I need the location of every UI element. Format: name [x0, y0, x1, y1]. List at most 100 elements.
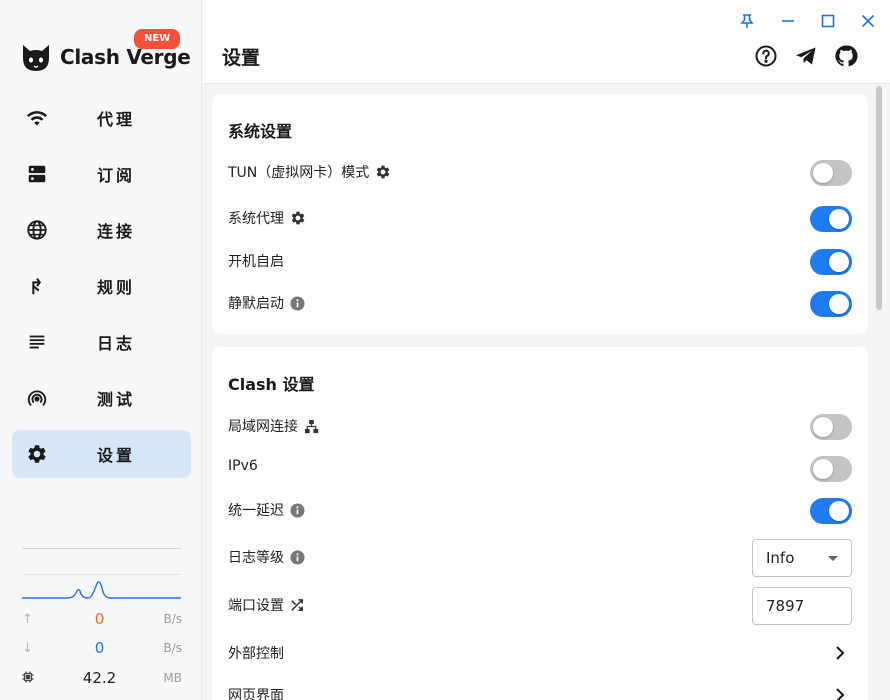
new-badge: NEW — [134, 29, 181, 49]
memory-unit: MB — [163, 671, 182, 685]
gear-icon — [26, 443, 48, 465]
github-icon[interactable] — [834, 44, 858, 68]
setting-row-lan: 局域网连接 — [228, 408, 852, 444]
silent-start-toggle[interactable] — [810, 291, 852, 317]
upload-speed: 0 — [94, 610, 105, 628]
lan-toggle[interactable] — [810, 414, 852, 440]
globe-icon — [26, 219, 48, 241]
memory-row: 42.2 MB — [22, 669, 182, 689]
clash-settings-title: Clash 设置 — [228, 375, 315, 394]
info-icon[interactable] — [290, 549, 305, 565]
setting-label: 外部控制 — [228, 643, 284, 663]
setting-label: 日志等级 — [228, 547, 305, 567]
sidebar-item-connections[interactable]: 连接 — [12, 206, 191, 254]
download-row: ↓ 0 B/s — [22, 639, 182, 659]
telegram-icon[interactable] — [794, 44, 818, 68]
maximize-icon[interactable] — [817, 10, 839, 32]
setting-label: IPv6 — [228, 458, 258, 474]
sidebar-item-rules[interactable]: 规则 — [12, 262, 191, 310]
log-level-label: 日志等级 — [228, 550, 284, 566]
sidebar-item-subscription[interactable]: 订阅 — [12, 150, 191, 198]
setting-label: 统一延迟 — [228, 500, 305, 520]
tun-mode-toggle[interactable] — [810, 160, 852, 186]
log-level-value: Info — [766, 549, 795, 567]
port-value: 7897 — [766, 597, 805, 615]
lines-icon — [26, 331, 48, 353]
ipv6-label: IPv6 — [228, 458, 258, 474]
download-unit: B/s — [163, 641, 182, 655]
sidebar-item-label: 订阅 — [97, 166, 136, 185]
setting-row-web-ui[interactable]: 网页界面 — [228, 677, 852, 700]
ipv6-toggle[interactable] — [810, 456, 852, 482]
gear-icon[interactable] — [290, 210, 306, 226]
sidebar-item-label: 连接 — [97, 222, 136, 241]
upload-arrow-icon: ↑ — [22, 612, 33, 627]
setting-row-ipv6: IPv6 — [228, 450, 852, 486]
log-level-select[interactable]: Info — [752, 539, 852, 577]
chevron-right-icon[interactable] — [832, 643, 848, 663]
traffic-graph — [22, 574, 181, 599]
sidebar-item-label: 设置 — [97, 446, 136, 465]
setting-row-tun: TUN（虚拟网卡）模式 — [228, 154, 852, 190]
caret-down-icon — [828, 556, 838, 561]
auto-launch-toggle[interactable] — [810, 249, 852, 275]
unified-delay-toggle[interactable] — [810, 498, 852, 524]
dns-icon — [26, 163, 48, 185]
download-speed: 0 — [94, 639, 105, 657]
close-icon[interactable] — [857, 10, 879, 32]
setting-row-external-controller[interactable]: 外部控制 — [228, 635, 852, 671]
info-icon[interactable] — [290, 295, 305, 311]
download-arrow-icon: ↓ — [22, 641, 33, 656]
setting-row-unified-delay: 统一延迟 — [228, 492, 852, 528]
sidebar-item-proxy[interactable]: 代理 — [12, 94, 191, 142]
setting-label: 端口设置 — [228, 595, 305, 615]
sidebar-item-settings[interactable]: 设置 — [12, 430, 191, 478]
auto-launch-label: 开机自启 — [228, 254, 284, 270]
help-icon[interactable] — [754, 44, 778, 68]
setting-row-port: 端口设置 7897 — [228, 587, 852, 625]
setting-label: 静默启动 — [228, 293, 305, 313]
traffic-divider — [22, 548, 181, 549]
shuffle-icon[interactable] — [290, 598, 305, 613]
memory-usage: 42.2 — [82, 669, 117, 687]
clash-settings-card: Clash 设置 局域网连接 IPv6 统一延迟 日志等级 Info 端口设置 … — [212, 347, 868, 700]
sidebar-item-test[interactable]: 测试 — [12, 374, 191, 422]
setting-label: 局域网连接 — [228, 416, 319, 436]
system-settings-card: 系统设置 TUN（虚拟网卡）模式 系统代理 开机自启 静默启动 — [212, 94, 868, 334]
page-header: 设置 — [202, 0, 890, 84]
sidebar-item-label: 测试 — [97, 390, 136, 409]
page-title: 设置 — [222, 47, 261, 69]
setting-label: TUN（虚拟网卡）模式 — [228, 162, 391, 182]
fork-icon — [26, 275, 48, 297]
system-settings-title: 系统设置 — [228, 122, 293, 141]
sidebar-item-label: 日志 — [97, 334, 136, 353]
gear-icon[interactable] — [375, 164, 391, 180]
setting-row-auto-launch: 开机自启 — [228, 243, 852, 279]
system-proxy-toggle[interactable] — [810, 206, 852, 232]
setting-row-silent-start: 静默启动 — [228, 285, 852, 321]
cat-logo-icon — [23, 45, 49, 71]
setting-row-system-proxy: 系统代理 — [228, 200, 852, 236]
upload-row: ↑ 0 B/s — [22, 610, 182, 630]
port-input[interactable]: 7897 — [752, 587, 852, 625]
unified-delay-label: 统一延迟 — [228, 503, 284, 519]
upload-unit: B/s — [163, 612, 182, 626]
broadcast-icon — [26, 387, 48, 409]
pin-icon[interactable] — [736, 10, 758, 32]
external-controller-label: 外部控制 — [228, 646, 284, 662]
info-icon[interactable] — [290, 502, 305, 518]
sidebar-item-label: 规则 — [97, 278, 136, 297]
web-ui-label: 网页界面 — [228, 688, 284, 700]
chevron-right-icon[interactable] — [832, 685, 848, 700]
network-icon[interactable] — [304, 419, 319, 434]
setting-label: 系统代理 — [228, 208, 306, 228]
lan-label: 局域网连接 — [228, 419, 298, 435]
memory-chip-icon — [22, 671, 34, 687]
setting-label: 开机自启 — [228, 251, 284, 271]
port-label: 端口设置 — [228, 598, 284, 614]
wifi-icon — [26, 107, 48, 129]
minimize-icon[interactable] — [777, 10, 799, 32]
sidebar-item-logs[interactable]: 日志 — [12, 318, 191, 366]
content-scrollbar[interactable] — [876, 86, 882, 310]
setting-label: 网页界面 — [228, 685, 284, 700]
